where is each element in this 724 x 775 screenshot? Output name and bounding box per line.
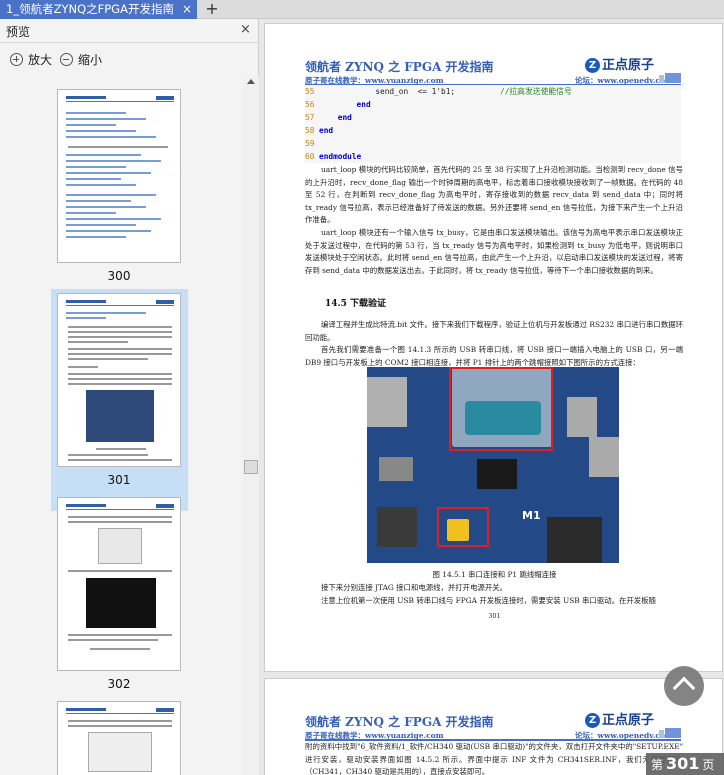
figure-caption: 图 14.5.1 串口连接和 P1 跳线帽连接 <box>432 570 557 579</box>
preview-panel-header: 预览 × <box>0 19 259 43</box>
page-indicator: 第 301 页 <box>646 753 724 775</box>
board-photo: M1 <box>367 367 619 563</box>
code-line: 56 end <box>305 98 681 111</box>
highlight-box <box>449 367 553 451</box>
brand-logo-icon: Z <box>585 713 600 728</box>
brand-logo: Z 正点原子 <box>585 54 655 73</box>
preview-panel-title: 预览 <box>6 25 31 39</box>
zoom-toolbar: 放大 缩小 <box>0 44 259 76</box>
scroll-up-arrow-icon[interactable] <box>247 79 255 84</box>
code-line: 57 end <box>305 111 681 124</box>
scroll-to-top-button[interactable] <box>664 666 704 706</box>
highlight-box <box>437 507 489 547</box>
document-tab-title: 1_领航者ZYNQ之FPGA开发指南 <box>6 2 174 16</box>
brand-logo-text: 正点原子 <box>602 713 655 728</box>
thumbnail-image <box>57 293 181 467</box>
thumbnail-header <box>66 300 174 306</box>
zoom-out-button[interactable]: 缩小 <box>60 51 102 69</box>
thumbnail-page-number: 302 <box>107 677 131 691</box>
document-tab[interactable]: 1_领航者ZYNQ之FPGA开发指南 <box>0 0 197 19</box>
zoom-in-button[interactable]: 放大 <box>10 51 52 69</box>
body-paragraph: uart_loop 模块还有一个输入信号 tx_busy，它是由串口发送模块输出… <box>305 228 683 275</box>
header-decoration <box>659 73 681 83</box>
scrollbar-thumb[interactable] <box>244 460 258 474</box>
thumbnail-image <box>57 701 181 775</box>
body-paragraph: 首先我们需要准备一个图 14.1.3 所示的 USB 转串口线，将 USB 接口… <box>305 345 683 367</box>
code-line: 55 send_on <= 1'b1;//拉高发送使能信号 <box>305 85 681 98</box>
thumbnail-header <box>66 96 174 102</box>
zoom-out-icon <box>60 53 73 66</box>
body-paragraph: 编译工程并生成比特流.bit 文件。接下来我们下载程序，验证上位机与开发板通过 … <box>305 320 683 342</box>
preview-panel: 预览 × 放大 缩小 300 301 302 <box>0 19 259 775</box>
page-indicator-suffix: 页 <box>702 758 715 772</box>
section-heading: 14.5 下载验证 <box>325 299 387 309</box>
page-header-title: 领航者 ZYNQ 之 FPGA 开发指南 <box>305 60 494 74</box>
code-line: 59 <box>305 137 681 150</box>
body-paragraph: 接下来分别连接 JTAG 接口和电源线，并打开电源开关。 <box>321 583 508 592</box>
body-paragraph: 注意上位机第一次使用 USB 转串口线与 FPGA 开发板连接时，需要安装 US… <box>321 596 656 605</box>
document-view[interactable]: 领航者 ZYNQ 之 FPGA 开发指南 Z 正点原子 原子哥在线教学：www.y… <box>260 19 724 775</box>
zoom-in-label: 放大 <box>28 53 53 67</box>
thumbnail-header <box>66 504 174 510</box>
header-decoration <box>659 728 681 738</box>
thumbnail-scrollbar[interactable] <box>243 77 259 775</box>
thumbnail-image <box>57 497 181 671</box>
body-paragraph: 附的资料中找到"6_软件资料/1_软件/CH340 驱动(USB 串口驱动)"的… <box>305 742 683 775</box>
code-line: 60 endmodule <box>305 150 681 163</box>
thumbnail-header <box>66 708 174 714</box>
thumbnail-page-number: 301 <box>107 473 131 487</box>
new-tab-icon[interactable]: + <box>203 0 221 19</box>
document-page: 领航者 ZYNQ 之 FPGA 开发指南 Z 正点原子 原子哥在线教学：www.y… <box>264 23 723 672</box>
brand-logo-icon: Z <box>585 58 600 73</box>
body-paragraph: uart_loop 模块的代码比较简单，首先代码的 25 至 38 行实现了上升… <box>305 165 683 225</box>
page-indicator-prefix: 第 <box>651 758 664 772</box>
page-header-title: 领航者 ZYNQ 之 FPGA 开发指南 <box>305 715 494 729</box>
page-indicator-number: 301 <box>666 754 700 773</box>
brand-logo-text: 正点原子 <box>602 58 655 73</box>
zoom-in-icon <box>10 53 23 66</box>
photo-label: M1 <box>522 509 541 522</box>
code-line: 58 end <box>305 124 681 137</box>
tab-close-icon[interactable]: × <box>180 0 194 19</box>
close-icon[interactable]: × <box>240 22 251 37</box>
zoom-out-label: 缩小 <box>78 53 103 67</box>
thumbnail-page-number: 300 <box>107 269 131 283</box>
page-number: 301 <box>488 612 501 620</box>
brand-logo: Z 正点原子 <box>585 709 655 728</box>
thumbnail-image <box>57 89 181 263</box>
tab-bar: 1_领航者ZYNQ之FPGA开发指南 × + <box>0 0 724 19</box>
